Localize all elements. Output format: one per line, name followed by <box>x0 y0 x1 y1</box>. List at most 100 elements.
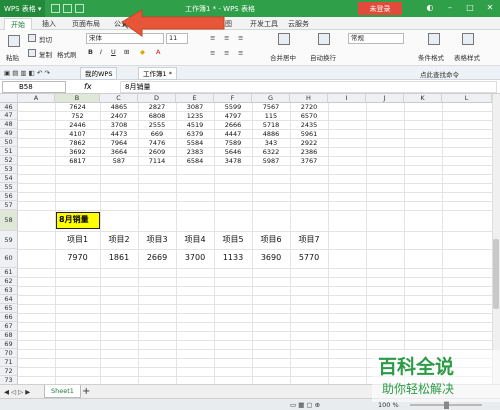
align-center-icon[interactable]: ≡ <box>224 49 229 57</box>
vertical-scrollbar[interactable] <box>492 94 500 384</box>
cell-b51[interactable]: 3692 <box>55 148 100 156</box>
col-header-i[interactable]: I <box>328 94 366 103</box>
cell-e49[interactable]: 6379 <box>176 130 214 138</box>
command-search[interactable]: 点此查找命令 <box>420 69 459 79</box>
cell-b52[interactable]: 6817 <box>55 157 100 165</box>
cell-g51[interactable]: 6322 <box>252 148 290 156</box>
row-header-56[interactable]: 56 <box>0 192 18 201</box>
cell-e47[interactable]: 1235 <box>176 112 214 120</box>
add-sheet-button[interactable]: + <box>82 386 90 397</box>
cell-d51[interactable]: 2609 <box>138 148 176 156</box>
align-right-icon[interactable]: ≡ <box>238 49 243 57</box>
cell-c48[interactable]: 3708 <box>100 121 138 129</box>
row-header-67[interactable]: 67 <box>0 322 18 331</box>
fill-color-icon[interactable]: ◆ <box>140 48 145 56</box>
row-header-71[interactable]: 71 <box>0 358 18 367</box>
cell-f51[interactable]: 5646 <box>214 148 252 156</box>
undo-icon[interactable] <box>63 4 73 13</box>
workbook-tab[interactable]: 工作簿1 * <box>138 67 177 80</box>
wrap-text-icon[interactable] <box>318 33 330 45</box>
cell-b58-selected[interactable]: 8月销量 <box>56 212 100 229</box>
row-header-65[interactable]: 65 <box>0 304 18 313</box>
conditional-format-button[interactable]: 条件格式 <box>418 52 444 62</box>
cell-e46[interactable]: 3087 <box>176 103 214 111</box>
col-header-l[interactable]: L <box>442 94 492 103</box>
save-icon[interactable] <box>51 4 61 13</box>
row-header-52[interactable]: 52 <box>0 156 18 165</box>
sheet-tab-sheet1[interactable]: Sheet1 <box>44 385 81 398</box>
cell-g49[interactable]: 4886 <box>252 130 290 138</box>
col-header-c[interactable]: C <box>100 94 138 103</box>
row-header-62[interactable]: 62 <box>0 277 18 286</box>
cell-h49[interactable]: 5961 <box>290 130 328 138</box>
table-style-icon[interactable] <box>462 33 474 45</box>
cell-d48[interactable]: 2555 <box>138 121 176 129</box>
col-header-k[interactable]: K <box>404 94 442 103</box>
cell-f52[interactable]: 3478 <box>214 157 252 165</box>
scrollbar-thumb[interactable] <box>493 239 499 309</box>
tab-insert[interactable]: 插入 <box>36 18 62 30</box>
cell-g59[interactable]: 项目6 <box>252 234 290 245</box>
cell-h59[interactable]: 项目7 <box>290 234 328 245</box>
skin-icon[interactable]: ◐ <box>424 2 436 14</box>
cell-h51[interactable]: 2386 <box>290 148 328 156</box>
row-header-49[interactable]: 49 <box>0 129 18 138</box>
cell-g60[interactable]: 3690 <box>252 253 290 262</box>
italic-icon[interactable]: I <box>100 48 102 56</box>
row-header-66[interactable]: 66 <box>0 313 18 322</box>
cell-b47[interactable]: 752 <box>55 112 100 120</box>
row-header-69[interactable]: 69 <box>0 340 18 349</box>
col-header-b[interactable]: B <box>55 94 100 103</box>
cell-c60[interactable]: 1861 <box>100 253 138 262</box>
row-header-61[interactable]: 61 <box>0 268 18 277</box>
row-header-48[interactable]: 48 <box>0 120 18 129</box>
paste-icon[interactable] <box>8 35 20 47</box>
cell-g47[interactable]: 115 <box>252 112 290 120</box>
cell-c47[interactable]: 2407 <box>100 112 138 120</box>
cell-f46[interactable]: 5599 <box>214 103 252 111</box>
row-header-47[interactable]: 47 <box>0 111 18 120</box>
merge-center-icon[interactable] <box>278 33 290 45</box>
cell-d50[interactable]: 7476 <box>138 139 176 147</box>
select-all-corner[interactable] <box>0 94 18 103</box>
cell-f50[interactable]: 7589 <box>214 139 252 147</box>
row-header-63[interactable]: 63 <box>0 286 18 295</box>
mywps-tab[interactable]: 我的WPS <box>80 67 118 80</box>
row-header-68[interactable]: 68 <box>0 331 18 340</box>
tab-developer[interactable]: 开发工具 <box>244 18 284 30</box>
cell-c52[interactable]: 587 <box>100 157 138 165</box>
cell-c46[interactable]: 4865 <box>100 103 138 111</box>
cell-h60[interactable]: 5770 <box>290 253 328 262</box>
copy-icon[interactable] <box>28 49 36 57</box>
cell-d60[interactable]: 2669 <box>138 253 176 262</box>
cell-h46[interactable]: 2720 <box>290 103 328 111</box>
row-header-57[interactable]: 57 <box>0 201 18 210</box>
row-header-70[interactable]: 70 <box>0 349 18 358</box>
fx-icon[interactable]: fx <box>84 82 92 91</box>
conditional-format-icon[interactable] <box>428 33 440 45</box>
toolbar-icons[interactable]: ▣ ▤ ▥ ◧ ↶ ↷ <box>4 69 50 77</box>
cell-c51[interactable]: 3664 <box>100 148 138 156</box>
wrap-text-button[interactable]: 自动换行 <box>310 52 336 62</box>
cell-b48[interactable]: 2446 <box>55 121 100 129</box>
row-header-59[interactable]: 59 <box>0 231 18 249</box>
cell-d59[interactable]: 项目3 <box>138 234 176 245</box>
format-painter-button[interactable]: 格式刷 <box>57 49 77 59</box>
align-left-icon[interactable]: ≡ <box>210 49 215 57</box>
cell-d52[interactable]: 7114 <box>138 157 176 165</box>
cell-f60[interactable]: 1133 <box>214 253 252 262</box>
row-header-64[interactable]: 64 <box>0 295 18 304</box>
minimize-icon[interactable]: – <box>444 2 456 14</box>
col-header-g[interactable]: G <box>252 94 290 103</box>
merge-center-button[interactable]: 合并居中 <box>270 52 296 62</box>
cell-b49[interactable]: 4107 <box>55 130 100 138</box>
cell-h52[interactable]: 3767 <box>290 157 328 165</box>
cell-b60[interactable]: 7970 <box>55 253 100 262</box>
login-button[interactable]: 未登录 <box>358 2 402 15</box>
cell-f59[interactable]: 项目5 <box>214 234 252 245</box>
cut-button[interactable]: 剪切 <box>39 34 52 44</box>
spreadsheet-grid[interactable]: A B C D E F G H I J K L 46 47 48 49 50 5… <box>0 94 500 384</box>
cell-b46[interactable]: 7624 <box>55 103 100 111</box>
cell-d46[interactable]: 2827 <box>138 103 176 111</box>
row-header-51[interactable]: 51 <box>0 147 18 156</box>
